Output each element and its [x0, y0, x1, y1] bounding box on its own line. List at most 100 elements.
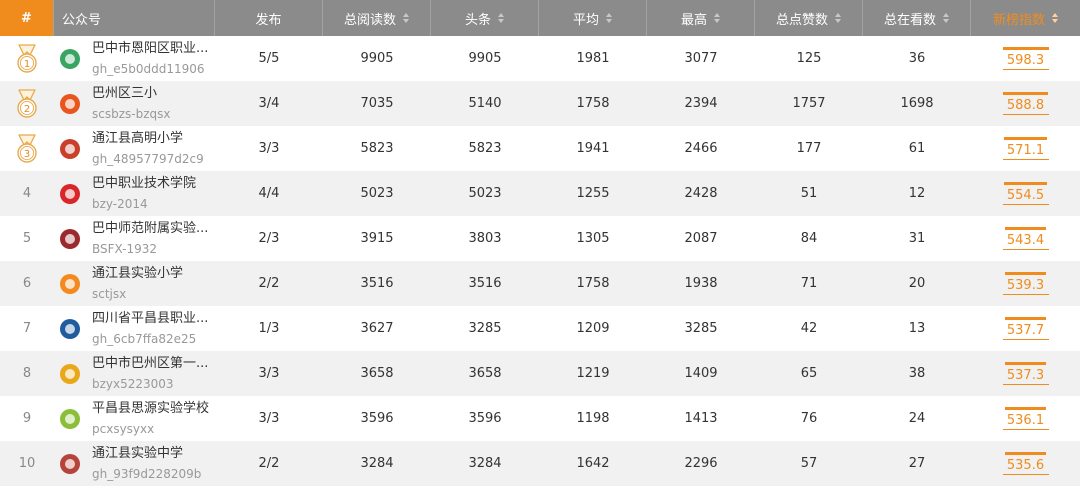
- index-value[interactable]: 598.3: [1002, 53, 1049, 70]
- index-value[interactable]: 554.5: [1002, 188, 1049, 205]
- table-body: 1 巴中市恩阳区职业... gh_e5b0ddd11906 5/5 9905 9…: [0, 36, 1080, 486]
- account-avatar[interactable]: [60, 48, 80, 69]
- index-cell[interactable]: 598.3: [971, 36, 1080, 81]
- highest-cell: 2394: [684, 96, 718, 111]
- account-avatar[interactable]: [60, 228, 80, 249]
- rank-cell: 1: [0, 36, 54, 81]
- account-cell[interactable]: 通江县实验中学 gh_93f9d228209b: [54, 441, 215, 486]
- index-cell[interactable]: 535.6: [971, 441, 1080, 486]
- account-name[interactable]: 通江县高明小学: [92, 129, 204, 149]
- account-name[interactable]: 四川省平昌县职业...: [92, 309, 208, 329]
- table-row[interactable]: 5 巴中师范附属实验... BSFX-1932 2/3 3915 3803 13…: [0, 216, 1080, 261]
- sort-icon[interactable]: [606, 13, 612, 23]
- likes-cell: 125: [796, 51, 822, 66]
- account-avatar[interactable]: [60, 408, 80, 429]
- index-bar: [1004, 407, 1047, 410]
- index-cell[interactable]: 588.8: [971, 81, 1080, 126]
- index-cell[interactable]: 571.1: [971, 126, 1080, 171]
- table-row[interactable]: 6 通江县实验小学 sctjsx 2/2 3516 3516 1758 1938…: [0, 261, 1080, 306]
- viewing-cell: 20: [908, 276, 926, 291]
- index-value[interactable]: 536.1: [1002, 413, 1049, 430]
- index-cell[interactable]: 536.1: [971, 396, 1080, 441]
- header-headline[interactable]: 头条: [431, 0, 539, 36]
- account-cell[interactable]: 巴中职业技术学院 bzy-2014: [54, 171, 215, 216]
- index-value[interactable]: 588.8: [1002, 98, 1049, 115]
- account-cell[interactable]: 四川省平昌县职业... gh_6cb7ffa82e25: [54, 306, 215, 351]
- header-total-reads[interactable]: 总阅读数: [323, 0, 431, 36]
- account-name[interactable]: 平昌县思源实验学校: [92, 399, 209, 419]
- highest-cell: 3285: [684, 321, 718, 336]
- svg-text:1: 1: [24, 59, 30, 70]
- index-cell[interactable]: 539.3: [971, 261, 1080, 306]
- table-row[interactable]: 8 巴中市巴州区第一... bzyx5223003 3/3 3658 3658 …: [0, 351, 1080, 396]
- average-cell: 1941: [576, 141, 610, 156]
- account-name[interactable]: 通江县实验小学: [92, 264, 183, 284]
- published-cell: 1/3: [258, 321, 280, 336]
- header-average[interactable]: 平均: [539, 0, 647, 36]
- account-name[interactable]: 巴中师范附属实验...: [92, 219, 208, 239]
- index-cell[interactable]: 537.3: [971, 351, 1080, 396]
- sort-icon[interactable]: [403, 13, 409, 23]
- account-name[interactable]: 巴中职业技术学院: [92, 174, 196, 194]
- account-name[interactable]: 巴州区三小: [92, 84, 171, 104]
- account-avatar[interactable]: [60, 453, 80, 474]
- account-avatar[interactable]: [60, 93, 80, 114]
- account-cell[interactable]: 巴州区三小 scsbzs-bzqsx: [54, 81, 215, 126]
- viewing-cell: 27: [908, 456, 926, 471]
- account-cell[interactable]: 巴中市巴州区第一... bzyx5223003: [54, 351, 215, 396]
- table-row[interactable]: 10 通江县实验中学 gh_93f9d228209b 2/2 3284 3284…: [0, 441, 1080, 486]
- highest-cell: 2296: [684, 456, 718, 471]
- header-total-viewing[interactable]: 总在看数: [863, 0, 971, 36]
- index-value[interactable]: 537.3: [1002, 368, 1049, 385]
- rank-number: 10: [18, 456, 36, 471]
- index-value[interactable]: 535.6: [1002, 458, 1049, 475]
- account-avatar[interactable]: [60, 138, 80, 159]
- published-cell: 2/3: [258, 231, 280, 246]
- account-id: gh_93f9d228209b: [92, 466, 202, 481]
- table-row[interactable]: 3 通江县高明小学 gh_48957797d2c9 3/3 5823 5823 …: [0, 126, 1080, 171]
- header-highest[interactable]: 最高: [647, 0, 755, 36]
- table-row[interactable]: 9 平昌县思源实验学校 pcxsysyxx 3/3 3596 3596 1198…: [0, 396, 1080, 441]
- index-cell[interactable]: 554.5: [971, 171, 1080, 216]
- account-cell[interactable]: 通江县实验小学 sctjsx: [54, 261, 215, 306]
- headline-cell: 3658: [468, 366, 502, 381]
- header-total-likes[interactable]: 总点赞数: [755, 0, 863, 36]
- sort-icon[interactable]: [943, 13, 949, 23]
- highest-cell: 2466: [684, 141, 718, 156]
- account-name[interactable]: 通江县实验中学: [92, 444, 201, 464]
- account-avatar[interactable]: [60, 318, 80, 339]
- published-cell: 3/4: [258, 96, 280, 111]
- account-cell[interactable]: 巴中师范附属实验... BSFX-1932: [54, 216, 215, 261]
- sort-icon[interactable]: [714, 13, 720, 23]
- index-value[interactable]: 571.1: [1002, 143, 1049, 160]
- header-new-rank-index[interactable]: 新榜指数: [971, 0, 1080, 36]
- medal-icon: 3: [17, 133, 37, 163]
- index-value[interactable]: 543.4: [1002, 233, 1049, 250]
- sort-icon[interactable]: [1052, 13, 1058, 23]
- sort-icon[interactable]: [835, 13, 841, 23]
- account-name[interactable]: 巴中市恩阳区职业...: [92, 39, 208, 59]
- account-cell[interactable]: 通江县高明小学 gh_48957797d2c9: [54, 126, 215, 171]
- index-wrap: 536.1: [1002, 407, 1049, 430]
- index-bar: [1004, 227, 1047, 230]
- account-avatar[interactable]: [60, 273, 80, 294]
- table-row[interactable]: 7 四川省平昌县职业... gh_6cb7ffa82e25 1/3 3627 3…: [0, 306, 1080, 351]
- index-value[interactable]: 537.7: [1002, 323, 1049, 340]
- highest-cell: 1409: [684, 366, 718, 381]
- table-row[interactable]: 1 巴中市恩阳区职业... gh_e5b0ddd11906 5/5 9905 9…: [0, 36, 1080, 81]
- account-cell[interactable]: 平昌县思源实验学校 pcxsysyxx: [54, 396, 215, 441]
- index-cell[interactable]: 537.7: [971, 306, 1080, 351]
- table-row[interactable]: 4 巴中职业技术学院 bzy-2014 4/4 5023 5023 1255 2…: [0, 171, 1080, 216]
- index-value[interactable]: 539.3: [1002, 278, 1049, 295]
- average-cell: 1209: [576, 321, 610, 336]
- sort-icon[interactable]: [498, 13, 504, 23]
- likes-cell: 177: [796, 141, 822, 156]
- index-bar: [1004, 362, 1047, 365]
- account-cell[interactable]: 巴中市恩阳区职业... gh_e5b0ddd11906: [54, 36, 215, 81]
- index-cell[interactable]: 543.4: [971, 216, 1080, 261]
- account-avatar[interactable]: [60, 363, 80, 384]
- account-name[interactable]: 巴中市巴州区第一...: [92, 354, 208, 374]
- table-row[interactable]: 2 巴州区三小 scsbzs-bzqsx 3/4 7035 5140 1758 …: [0, 81, 1080, 126]
- account-avatar[interactable]: [60, 183, 80, 204]
- account-text: 通江县实验中学 gh_93f9d228209b: [92, 444, 201, 484]
